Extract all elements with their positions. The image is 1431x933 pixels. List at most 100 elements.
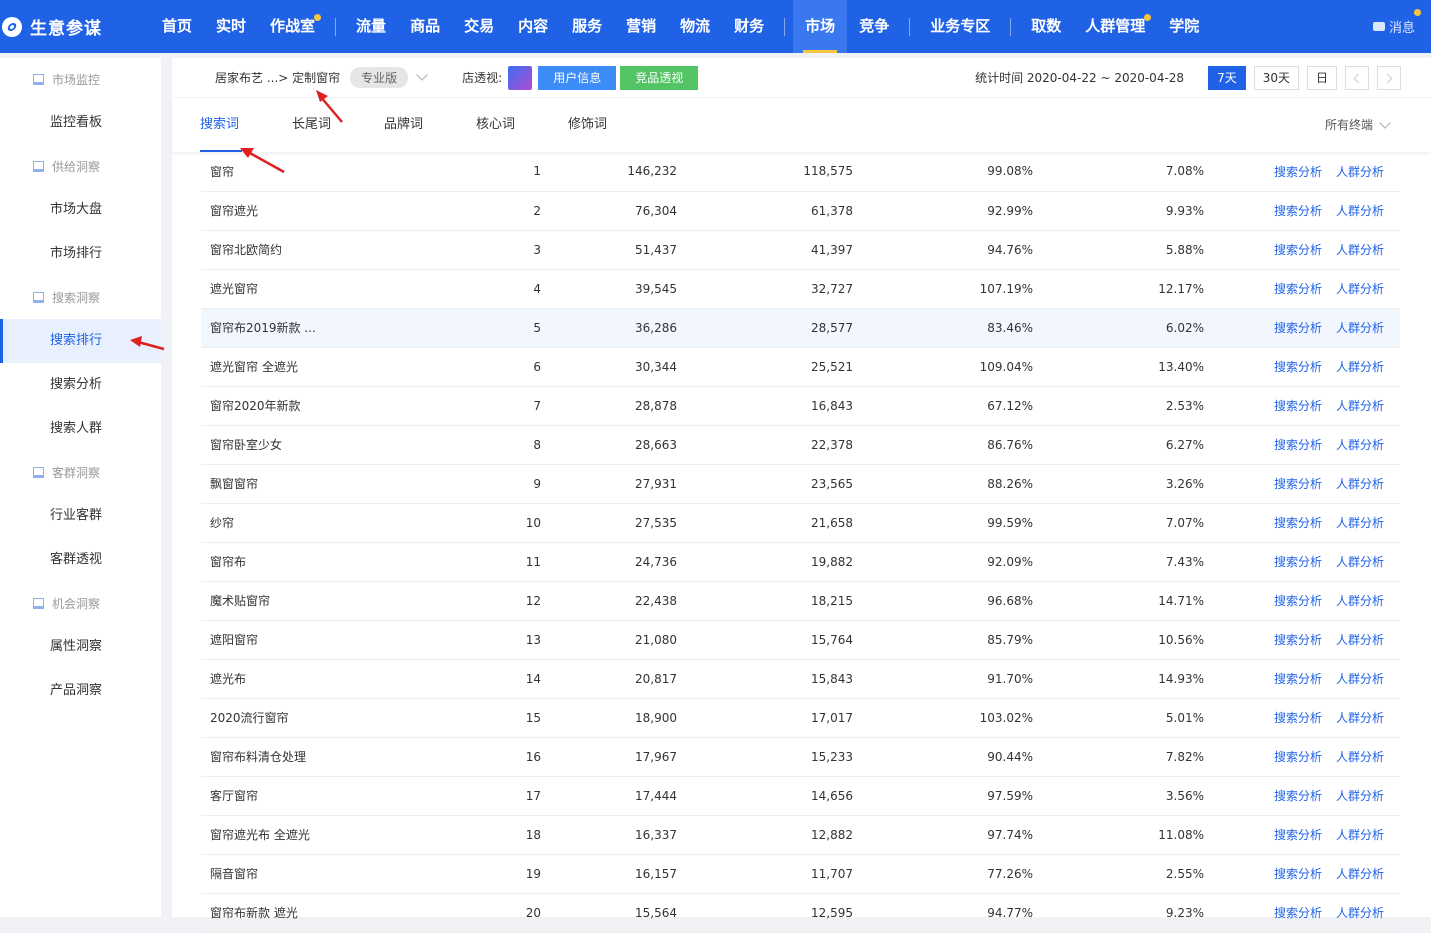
crowd-analysis-link[interactable]: 人群分析 bbox=[1336, 750, 1384, 764]
metric-cell: 22,438 bbox=[635, 593, 677, 608]
crowd-analysis-link[interactable]: 人群分析 bbox=[1336, 828, 1384, 842]
search-analysis-link[interactable]: 搜索分析 bbox=[1274, 321, 1322, 335]
row-actions: 搜索分析 人群分析 bbox=[1204, 308, 1400, 347]
competitor-view-button[interactable]: 竞品透视 bbox=[620, 65, 699, 90]
keyword-tab[interactable]: 核心词 bbox=[476, 98, 568, 152]
crowd-analysis-link[interactable]: 人群分析 bbox=[1336, 282, 1384, 296]
search-analysis-link[interactable]: 搜索分析 bbox=[1274, 828, 1322, 842]
keyword-tab[interactable]: 品牌词 bbox=[384, 98, 476, 152]
metric-cell: 94.76% bbox=[987, 242, 1033, 257]
rank-cell: 20 bbox=[525, 905, 541, 920]
search-analysis-link[interactable]: 搜索分析 bbox=[1274, 711, 1322, 725]
sidebar-item[interactable]: 搜索人群 bbox=[0, 407, 161, 451]
search-analysis-link[interactable]: 搜索分析 bbox=[1274, 867, 1322, 881]
crowd-analysis-link[interactable]: 人群分析 bbox=[1336, 360, 1384, 374]
metric-cell: 5.01% bbox=[1165, 710, 1204, 725]
shop-avatar[interactable] bbox=[508, 65, 533, 90]
nav-item[interactable]: 服务 bbox=[560, 0, 614, 53]
sidebar-item[interactable]: 产品洞察 bbox=[0, 669, 161, 713]
crowd-analysis-link[interactable]: 人群分析 bbox=[1336, 321, 1384, 335]
crowd-analysis-link[interactable]: 人群分析 bbox=[1336, 906, 1384, 920]
crowd-analysis-link[interactable]: 人群分析 bbox=[1336, 165, 1384, 179]
search-analysis-link[interactable]: 搜索分析 bbox=[1274, 906, 1322, 920]
date-range-button[interactable]: 30天 bbox=[1253, 65, 1299, 90]
sidebar-item[interactable]: 属性洞察 bbox=[0, 625, 161, 669]
crowd-analysis-link[interactable]: 人群分析 bbox=[1336, 477, 1384, 491]
nav-item[interactable]: 作战室 bbox=[258, 0, 327, 53]
search-analysis-link[interactable]: 搜索分析 bbox=[1274, 399, 1322, 413]
search-analysis-link[interactable]: 搜索分析 bbox=[1274, 555, 1322, 569]
crowd-analysis-link[interactable]: 人群分析 bbox=[1336, 711, 1384, 725]
date-range-button[interactable]: 7天 bbox=[1208, 65, 1246, 90]
sidebar-item[interactable]: 行业客群 bbox=[0, 494, 161, 538]
search-analysis-link[interactable]: 搜索分析 bbox=[1274, 165, 1322, 179]
crowd-analysis-link[interactable]: 人群分析 bbox=[1336, 633, 1384, 647]
app-logo[interactable]: 生意参谋 bbox=[0, 0, 150, 53]
search-analysis-link[interactable]: 搜索分析 bbox=[1274, 750, 1322, 764]
user-info-button[interactable]: 用户信息 bbox=[538, 65, 617, 90]
nav-item[interactable]: 财务 bbox=[722, 0, 776, 53]
sidebar-item[interactable]: 市场大盘 bbox=[0, 188, 161, 232]
nav-item[interactable]: 学院 bbox=[1157, 0, 1211, 53]
nav-item[interactable]: 物流 bbox=[668, 0, 722, 53]
search-analysis-link[interactable]: 搜索分析 bbox=[1274, 438, 1322, 452]
search-analysis-link[interactable]: 搜索分析 bbox=[1274, 360, 1322, 374]
metric-cell: 30,344 bbox=[635, 359, 677, 374]
search-analysis-link[interactable]: 搜索分析 bbox=[1274, 477, 1322, 491]
nav-item[interactable]: 营销 bbox=[614, 0, 668, 53]
rank-cell: 5 bbox=[533, 320, 541, 335]
nav-item[interactable]: 商品 bbox=[398, 0, 452, 53]
nav-item[interactable]: 实时 bbox=[204, 0, 258, 53]
app-title: 生意参谋 bbox=[30, 19, 102, 39]
crowd-analysis-link[interactable]: 人群分析 bbox=[1336, 438, 1384, 452]
metric-cell: 27,535 bbox=[635, 515, 677, 530]
nav-item[interactable]: 交易 bbox=[452, 0, 506, 53]
nav-item[interactable]: 市场 bbox=[793, 0, 848, 53]
crowd-analysis-link[interactable]: 人群分析 bbox=[1336, 399, 1384, 413]
sidebar-item[interactable]: 市场排行 bbox=[0, 232, 161, 276]
crowd-analysis-link[interactable]: 人群分析 bbox=[1336, 555, 1384, 569]
metric-cell: 5.88% bbox=[1165, 242, 1204, 257]
previous-period-button[interactable] bbox=[1345, 65, 1369, 90]
messages-button[interactable]: 消息 bbox=[1372, 9, 1431, 36]
nav-item[interactable]: 首页 bbox=[150, 0, 204, 53]
sidebar-item[interactable]: 搜索分析 bbox=[0, 363, 161, 407]
crowd-analysis-link[interactable]: 人群分析 bbox=[1336, 243, 1384, 257]
table-row: 窗帘2020年新款 7 28,878 16,843 67.12% 2.53% 搜索分析 人群分… bbox=[201, 386, 1400, 425]
nav-item[interactable]: 内容 bbox=[506, 0, 560, 53]
search-analysis-link[interactable]: 搜索分析 bbox=[1274, 204, 1322, 218]
terminal-filter-dropdown[interactable]: 所有终端 bbox=[1325, 98, 1391, 152]
nav-item[interactable]: 业务专区 bbox=[918, 0, 1002, 53]
table-row: 窗帘北欧简约 3 51,437 41,397 94.76% 5.88% 搜索分析 人群分析 bbox=[201, 230, 1400, 269]
nav-item[interactable]: 取数 bbox=[1019, 0, 1073, 53]
crowd-analysis-link[interactable]: 人群分析 bbox=[1336, 867, 1384, 881]
search-analysis-link[interactable]: 搜索分析 bbox=[1274, 243, 1322, 257]
search-analysis-link[interactable]: 搜索分析 bbox=[1274, 789, 1322, 803]
crowd-analysis-link[interactable]: 人群分析 bbox=[1336, 594, 1384, 608]
metric-cell: 10.56% bbox=[1158, 632, 1204, 647]
search-analysis-link[interactable]: 搜索分析 bbox=[1274, 594, 1322, 608]
nav-item[interactable]: 流量 bbox=[344, 0, 398, 53]
search-analysis-link[interactable]: 搜索分析 bbox=[1274, 672, 1322, 686]
nav-item[interactable]: 竞争 bbox=[847, 0, 901, 53]
crowd-analysis-link[interactable]: 人群分析 bbox=[1336, 789, 1384, 803]
search-analysis-link[interactable]: 搜索分析 bbox=[1274, 516, 1322, 530]
sidebar-item[interactable]: 客群透视 bbox=[0, 538, 161, 582]
keyword-tab[interactable]: 修饰词 bbox=[568, 98, 660, 152]
search-analysis-link[interactable]: 搜索分析 bbox=[1274, 633, 1322, 647]
rank-cell: 14 bbox=[525, 671, 541, 686]
crowd-analysis-link[interactable]: 人群分析 bbox=[1336, 204, 1384, 218]
sidebar-label: 机会洞察 bbox=[52, 597, 101, 611]
keyword-tabs: 搜索词 长尾词 品牌词 核心词 修饰词 所有终端 bbox=[172, 98, 1431, 152]
next-period-button[interactable] bbox=[1377, 65, 1401, 90]
sidebar-item[interactable]: 监控看板 bbox=[0, 101, 161, 145]
nav-item[interactable]: 人群管理 bbox=[1073, 0, 1157, 53]
category-breadcrumb[interactable]: 居家布艺 ...> 定制窗帘 bbox=[215, 69, 340, 86]
crowd-analysis-link[interactable]: 人群分析 bbox=[1336, 516, 1384, 530]
sidebar-label: 产品洞察 bbox=[50, 683, 103, 698]
metric-cell: 2.53% bbox=[1165, 398, 1204, 413]
search-analysis-link[interactable]: 搜索分析 bbox=[1274, 282, 1322, 296]
date-range-button[interactable]: 日 bbox=[1306, 65, 1337, 90]
crowd-analysis-link[interactable]: 人群分析 bbox=[1336, 672, 1384, 686]
chevron-down-icon[interactable] bbox=[416, 69, 428, 81]
